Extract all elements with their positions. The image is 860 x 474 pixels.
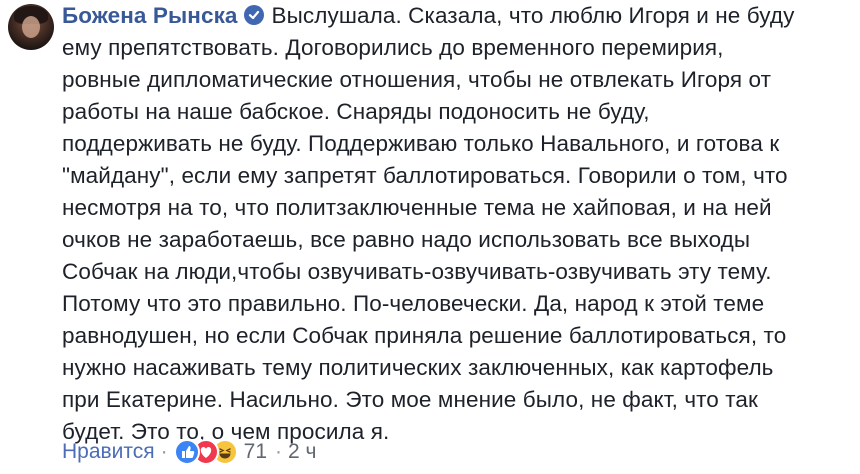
- verified-badge-icon: [243, 5, 264, 25]
- reaction-count[interactable]: 71: [244, 440, 267, 464]
- comment-line: Собчак на люди,чтобы озвучивать-озвучива…: [62, 259, 772, 284]
- like-icon: [173, 439, 200, 465]
- comment-line: очков не заработаешь, все равно надо исп…: [62, 227, 751, 252]
- author-name[interactable]: Божена Рынска: [62, 3, 238, 28]
- comment-line: Выслушала. Сказала, что люблю Игоря и не…: [271, 3, 795, 28]
- comment-line: при Екатерине. Насильно. Это мое мнение …: [62, 387, 758, 412]
- comment-line: ему препятствовать. Договорились до врем…: [62, 35, 724, 60]
- avatar[interactable]: [8, 4, 54, 50]
- timestamp[interactable]: 2 ч: [288, 440, 316, 464]
- comment-line: нужно насаживать тему политических заклю…: [62, 355, 774, 380]
- separator-dot: ·: [275, 440, 283, 463]
- comment-body: Божена Рынска Выслушала. Сказала, что люб…: [62, 0, 854, 448]
- reactions-summary[interactable]: [173, 439, 238, 465]
- comment-actions: Нравится · 71 · 2 ч: [62, 437, 317, 467]
- comment-line: ровные дипломатические отношения, чтобы …: [62, 67, 771, 92]
- comment-line: "майдану", если ему запретят баллотирова…: [62, 163, 788, 188]
- comment-line: несмотря на то, что политзаключенные тем…: [62, 195, 772, 220]
- separator-dot: ·: [160, 440, 168, 463]
- comment-line: работы на наше бабское. Снаряды подоноси…: [62, 99, 650, 124]
- comment-line: поддерживать не буду. Поддерживаю только…: [62, 131, 780, 156]
- like-button[interactable]: Нравится: [62, 440, 155, 464]
- comment-line: равнодушен, но если Собчак приняла решен…: [62, 323, 787, 348]
- comment-line: Потому что это правильно. По-человечески…: [62, 291, 765, 316]
- comment: Божена Рынска Выслушала. Сказала, что люб…: [0, 0, 860, 474]
